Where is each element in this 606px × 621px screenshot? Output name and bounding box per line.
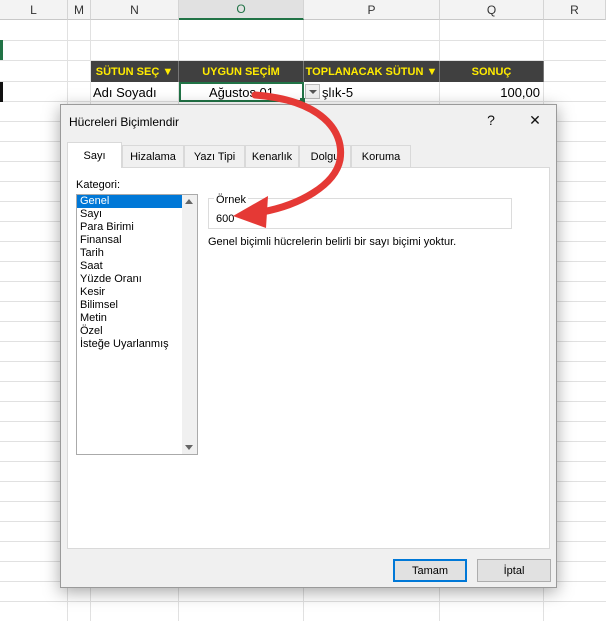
table-header-suitable-choice[interactable]: UYGUN SEÇİM (179, 61, 304, 82)
table-header-column-select[interactable]: SÜTUN SEÇ ▼ (91, 61, 179, 82)
table-header-sum-column[interactable]: TOPLANACAK SÜTUN ▼ (304, 61, 440, 82)
scroll-down-icon[interactable] (185, 445, 193, 450)
table-header-result: SONUÇ (440, 61, 544, 82)
category-scientific[interactable]: Bilimsel (77, 299, 197, 312)
tab-border[interactable]: Kenarlık (245, 145, 299, 167)
tab-alignment[interactable]: Hizalama (122, 145, 184, 167)
format-description: Genel biçimli hücrelerin belirli bir say… (208, 236, 457, 248)
cancel-button[interactable]: İptal (477, 559, 551, 582)
category-label: Kategori: (76, 179, 121, 191)
tab-protection[interactable]: Koruma (351, 145, 411, 167)
tab-fill[interactable]: Dolgu (299, 145, 351, 167)
column-header-m[interactable]: M (68, 0, 91, 20)
dropdown-arrow-icon[interactable] (305, 84, 320, 99)
number-tab-panel: Kategori: Genel Sayı Para Birimi Finansa… (67, 167, 550, 549)
cell-choice-selected[interactable]: Ağustos 01 (179, 82, 304, 102)
category-accounting[interactable]: Finansal (77, 234, 197, 247)
category-time[interactable]: Saat (77, 260, 197, 273)
category-fraction[interactable]: Kesir (77, 286, 197, 299)
category-number[interactable]: Sayı (77, 208, 197, 221)
dialog-title: Hücreleri Biçimlendir (69, 115, 180, 129)
row-selection-marker (0, 40, 3, 60)
column-header-n[interactable]: N (91, 0, 179, 20)
tab-font[interactable]: Yazı Tipi (184, 145, 245, 167)
category-date[interactable]: Tarih (77, 247, 197, 260)
column-header-l[interactable]: L (0, 0, 68, 20)
column-header-r[interactable]: R (544, 0, 606, 20)
cell-sum-column[interactable]: şlık-5 (322, 82, 437, 102)
column-header-p[interactable]: P (304, 0, 440, 20)
category-custom[interactable]: İsteğe Uyarlanmış (77, 338, 197, 351)
tab-number[interactable]: Sayı (67, 142, 122, 168)
format-cells-dialog: Hücreleri Biçimlendir ? ✕ Sayı Hizalama … (60, 104, 557, 588)
category-special[interactable]: Özel (77, 325, 197, 338)
category-currency[interactable]: Para Birimi (77, 221, 197, 234)
cell-name[interactable]: Adı Soyadı (93, 82, 179, 102)
row-marker (0, 82, 3, 102)
scroll-up-icon[interactable] (185, 199, 193, 204)
category-text[interactable]: Metin (77, 312, 197, 325)
sample-value: 600 (216, 213, 235, 225)
category-scrollbar[interactable] (182, 195, 197, 454)
ok-button[interactable]: Tamam (393, 559, 467, 582)
cell-result[interactable]: 100,00 (440, 82, 540, 102)
help-button[interactable]: ? (477, 109, 505, 131)
sample-group (208, 198, 512, 229)
column-header-q[interactable]: Q (440, 0, 544, 20)
close-button[interactable]: ✕ (521, 109, 549, 131)
category-percentage[interactable]: Yüzde Oranı (77, 273, 197, 286)
sample-label: Örnek (214, 194, 248, 206)
category-list[interactable]: Genel Sayı Para Birimi Finansal Tarih Sa… (76, 194, 198, 455)
category-general[interactable]: Genel (77, 195, 197, 208)
column-header-o[interactable]: O (179, 0, 304, 20)
